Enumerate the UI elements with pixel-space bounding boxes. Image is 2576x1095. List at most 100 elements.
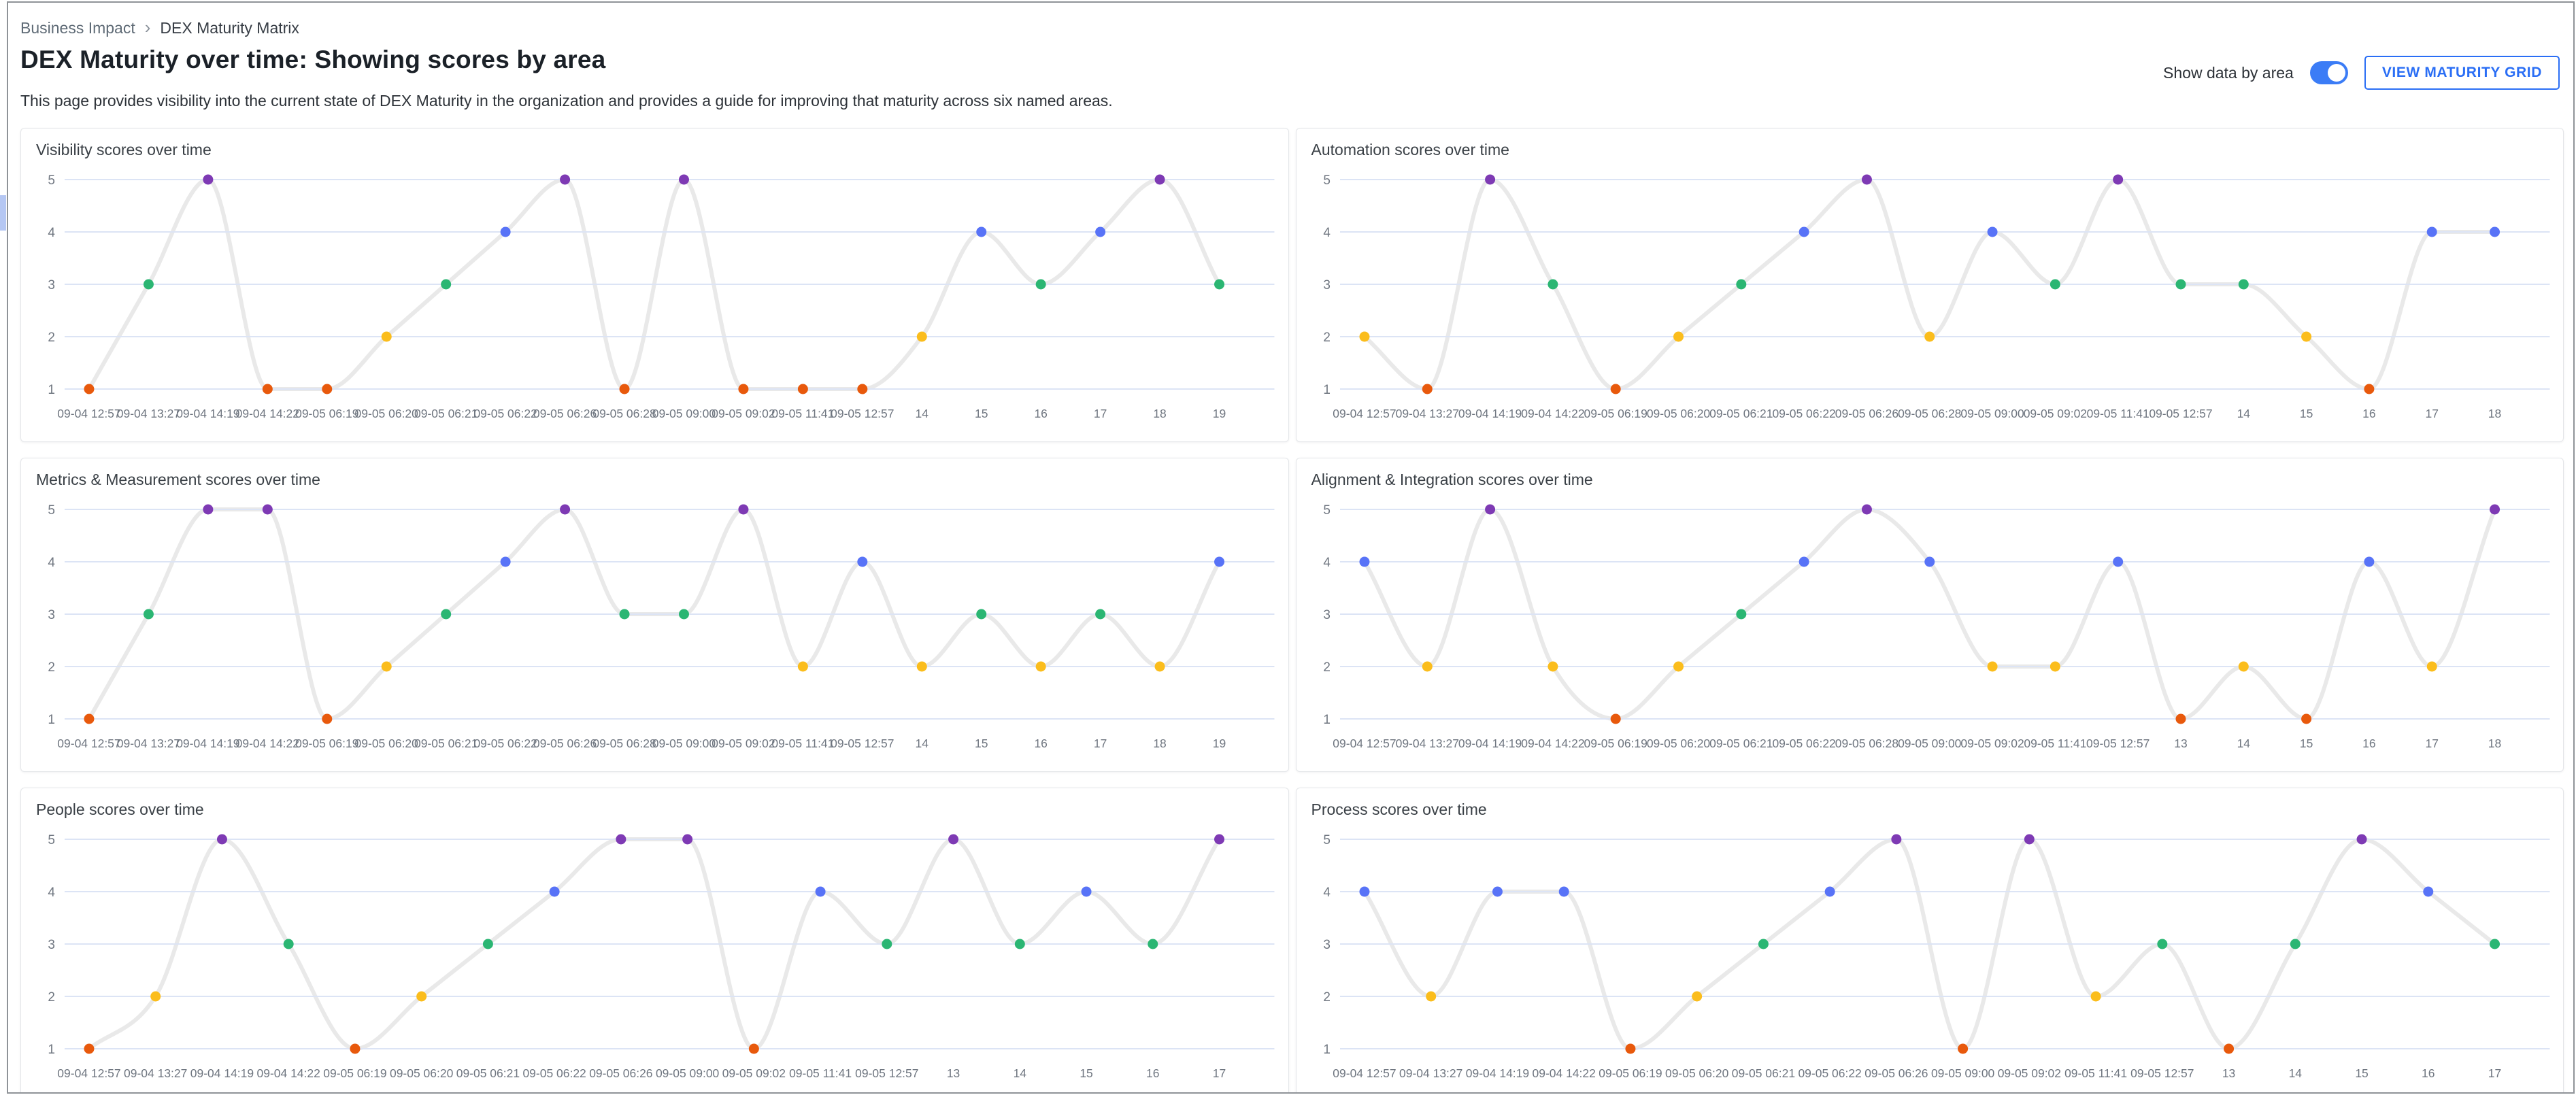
svg-text:16: 16 [2362,737,2375,750]
svg-text:09-04 14:22: 09-04 14:22 [1521,737,1584,750]
process-chart-card: Process scores over time 1234509-04 12:5… [1296,788,2564,1094]
svg-text:15: 15 [1080,1066,1092,1080]
svg-text:17: 17 [2488,1066,2500,1080]
svg-text:17: 17 [1094,407,1107,420]
svg-text:09-05 06:20: 09-05 06:20 [355,407,419,420]
left-edge-scroll-indicator[interactable] [0,195,6,231]
show-data-by-area-label: Show data by area [2163,64,2294,82]
people-chart[interactable]: 1234509-04 12:5709-04 13:2709-04 14:1909… [35,824,1277,1086]
svg-text:09-04 14:19: 09-04 14:19 [190,1066,254,1080]
svg-text:09-05 06:22: 09-05 06:22 [473,407,537,420]
svg-text:09-05 06:28: 09-05 06:28 [592,737,656,750]
svg-text:1: 1 [1323,713,1331,727]
svg-text:09-05 06:26: 09-05 06:26 [589,1066,652,1080]
svg-text:09-05 06:20: 09-05 06:20 [355,737,419,750]
svg-text:09-04 14:22: 09-04 14:22 [1521,407,1584,420]
svg-text:09-04 13:27: 09-04 13:27 [117,737,180,750]
svg-text:1: 1 [1323,1043,1331,1057]
svg-text:09-05 12:57: 09-05 12:57 [2149,407,2212,420]
svg-text:4: 4 [48,886,55,900]
svg-text:09-05 06:19: 09-05 06:19 [1599,1066,1662,1080]
svg-text:09-05 06:20: 09-05 06:20 [1646,407,1710,420]
chart-title: Metrics & Measurement scores over time [36,471,1277,489]
svg-text:19: 19 [1213,737,1226,750]
svg-text:3: 3 [48,938,55,952]
svg-text:09-05 06:22: 09-05 06:22 [1798,1066,1861,1080]
breadcrumb-dex-maturity-matrix[interactable]: DEX Maturity Matrix [160,19,299,37]
svg-text:09-04 12:57: 09-04 12:57 [57,1066,120,1080]
svg-text:19: 19 [1213,407,1226,420]
svg-text:09-05 06:20: 09-05 06:20 [1665,1066,1729,1080]
page-header: Business Impact › DEX Maturity Matrix DE… [8,19,2573,110]
svg-text:17: 17 [2425,407,2438,420]
svg-text:09-05 12:57: 09-05 12:57 [831,407,894,420]
svg-text:09-05 11:41: 09-05 11:41 [771,737,834,750]
metrics-measurement-chart[interactable]: 1234509-04 12:5709-04 13:2709-04 14:1909… [35,494,1277,756]
svg-text:3: 3 [1323,938,1331,952]
app-window: Business Impact › DEX Maturity Matrix DE… [7,1,2575,1094]
svg-text:5: 5 [48,833,55,847]
svg-text:09-05 06:21: 09-05 06:21 [414,407,478,420]
svg-text:16: 16 [2362,407,2375,420]
svg-text:18: 18 [2488,737,2500,750]
svg-text:14: 14 [2237,407,2250,420]
svg-text:4: 4 [1323,556,1331,570]
svg-text:09-05 06:20: 09-05 06:20 [390,1066,454,1080]
alignment-integration-chart-card: Alignment & Integration scores over time… [1296,458,2564,772]
view-maturity-grid-button[interactable]: VIEW MATURITY GRID [2364,56,2560,90]
svg-text:09-05 06:19: 09-05 06:19 [1584,407,1647,420]
svg-text:17: 17 [1094,737,1107,750]
svg-text:09-04 14:19: 09-04 14:19 [1465,1066,1528,1080]
svg-text:09-04 14:19: 09-04 14:19 [176,407,239,420]
process-chart[interactable]: 1234509-04 12:5709-04 13:2709-04 14:1909… [1310,824,2553,1086]
svg-text:1: 1 [48,1043,55,1057]
svg-text:09-04 12:57: 09-04 12:57 [57,737,120,750]
svg-text:09-05 11:41: 09-05 11:41 [2064,1066,2127,1080]
svg-text:09-04 14:19: 09-04 14:19 [1458,737,1521,750]
svg-text:09-05 12:57: 09-05 12:57 [831,737,894,750]
svg-text:4: 4 [48,226,55,240]
alignment-integration-chart[interactable]: 1234509-04 12:5709-04 13:2709-04 14:1909… [1310,494,2553,756]
svg-text:15: 15 [2355,1066,2368,1080]
svg-text:4: 4 [48,556,55,570]
header-controls: Show data by area VIEW MATURITY GRID [2163,56,2560,90]
svg-text:16: 16 [1034,737,1047,750]
svg-text:3: 3 [1323,278,1331,292]
svg-text:14: 14 [1014,1066,1027,1080]
svg-text:15: 15 [975,407,988,420]
svg-text:09-04 14:22: 09-04 14:22 [236,737,299,750]
svg-text:09-05 06:20: 09-05 06:20 [1646,737,1710,750]
automation-chart[interactable]: 1234509-04 12:5709-04 13:2709-04 14:1909… [1310,165,2553,426]
svg-text:09-05 09:00: 09-05 09:00 [1930,1066,1994,1080]
svg-text:09-04 12:57: 09-04 12:57 [1333,737,1396,750]
svg-text:09-05 09:00: 09-05 09:00 [652,407,716,420]
svg-text:5: 5 [1323,173,1331,188]
svg-text:09-04 14:22: 09-04 14:22 [257,1066,320,1080]
svg-text:09-05 12:57: 09-05 12:57 [2130,1066,2194,1080]
svg-text:09-05 06:26: 09-05 06:26 [1835,407,1898,420]
svg-text:09-04 12:57: 09-04 12:57 [1333,1066,1396,1080]
visibility-chart[interactable]: 1234509-04 12:5709-04 13:2709-04 14:1909… [35,165,1277,426]
svg-text:09-05 06:28: 09-05 06:28 [592,407,656,420]
svg-text:17: 17 [1213,1066,1226,1080]
breadcrumb-business-impact[interactable]: Business Impact [20,19,135,37]
show-data-by-area-toggle[interactable] [2310,61,2348,84]
chart-title: People scores over time [36,801,1277,819]
svg-text:13: 13 [947,1066,960,1080]
svg-text:09-04 13:27: 09-04 13:27 [117,407,180,420]
svg-text:13: 13 [2222,1066,2235,1080]
people-chart-card: People scores over time 1234509-04 12:57… [20,788,1289,1094]
svg-text:15: 15 [2299,407,2312,420]
svg-text:5: 5 [48,503,55,518]
svg-text:09-05 06:21: 09-05 06:21 [414,737,478,750]
svg-text:16: 16 [1146,1066,1159,1080]
svg-text:14: 14 [916,407,929,420]
svg-text:09-05 06:19: 09-05 06:19 [295,407,358,420]
svg-text:09-04 13:27: 09-04 13:27 [1395,407,1458,420]
svg-text:09-05 12:57: 09-05 12:57 [855,1066,918,1080]
svg-text:09-04 14:19: 09-04 14:19 [176,737,239,750]
visibility-chart-card: Visibility scores over time 1234509-04 1… [20,128,1289,442]
page-description: This page provides visibility into the c… [20,92,2549,110]
svg-text:09-05 09:02: 09-05 09:02 [1960,737,2024,750]
svg-text:4: 4 [1323,226,1331,240]
